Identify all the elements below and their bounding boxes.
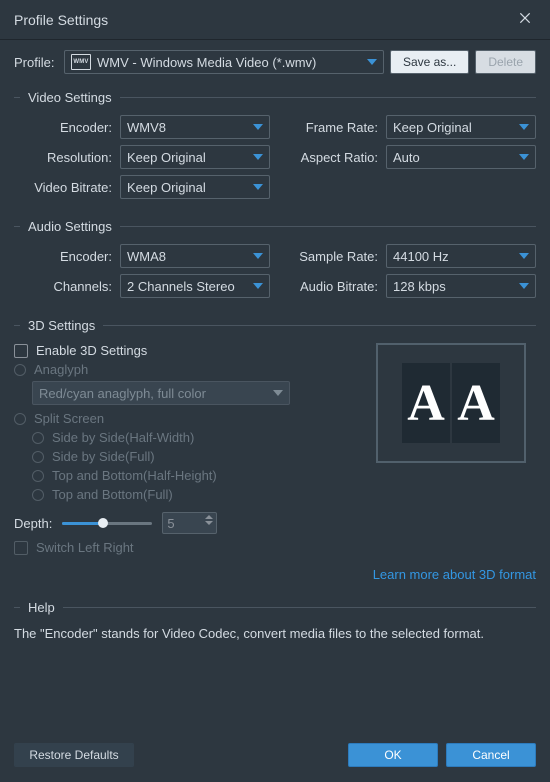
preview-letter-right: A [457,374,495,433]
audio-encoder-select[interactable]: WMA8 [120,244,270,268]
tb-full-radio: Top and Bottom(Full) [32,487,536,502]
frame-rate-select[interactable]: Keep Original [386,115,536,139]
chevron-down-icon [253,154,263,160]
help-header: Help [28,600,55,615]
chevron-down-icon [253,253,263,259]
cancel-button[interactable]: Cancel [446,743,536,767]
frame-rate-label: Frame Rate: [286,120,386,135]
aspect-ratio-label: Aspect Ratio: [286,150,386,165]
channels-label: Channels: [14,279,120,294]
3d-preview: A A [376,343,526,463]
anaglyph-select: Red/cyan anaglyph, full color [32,381,290,405]
video-encoder-label: Encoder: [14,120,120,135]
chevron-down-icon [519,283,529,289]
depth-slider[interactable] [62,516,152,530]
video-encoder-select[interactable]: WMV8 [120,115,270,139]
ok-button[interactable]: OK [348,743,438,767]
preview-letter-left: A [407,374,445,433]
profile-label: Profile: [14,55,58,70]
help-text: The "Encoder" stands for Video Codec, co… [14,625,536,643]
chevron-down-icon [519,154,529,160]
audio-settings-header: Audio Settings [28,219,112,234]
chevron-down-icon [273,390,283,396]
chevron-down-icon [253,184,263,190]
video-bitrate-label: Video Bitrate: [14,180,120,195]
chevron-down-icon [519,253,529,259]
audio-encoder-label: Encoder: [14,249,120,264]
anaglyph-label: Anaglyph [34,362,88,377]
sample-rate-label: Sample Rate: [286,249,386,264]
profile-select[interactable]: WMV WMV - Windows Media Video (*.wmv) [64,50,384,74]
3d-settings-header: 3D Settings [28,318,95,333]
channels-select[interactable]: 2 Channels Stereo [120,274,270,298]
learn-more-link[interactable]: Learn more about 3D format [373,567,536,582]
resolution-label: Resolution: [14,150,120,165]
audio-bitrate-label: Audio Bitrate: [286,279,386,294]
save-as-button[interactable]: Save as... [390,50,469,74]
wmv-format-icon: WMV [71,54,91,70]
audio-bitrate-select[interactable]: 128 kbps [386,274,536,298]
chevron-down-icon [253,283,263,289]
enable-3d-label: Enable 3D Settings [36,343,147,358]
delete-button: Delete [475,50,536,74]
chevron-down-icon [519,124,529,130]
switch-lr-label: Switch Left Right [36,540,134,555]
restore-defaults-button[interactable]: Restore Defaults [14,743,134,767]
switch-lr-checkbox: Switch Left Right [14,540,536,555]
video-settings-header: Video Settings [28,90,112,105]
chevron-down-icon [253,124,263,130]
close-icon[interactable] [518,11,536,29]
video-bitrate-select[interactable]: Keep Original [120,175,270,199]
sample-rate-select[interactable]: 44100 Hz [386,244,536,268]
window-title: Profile Settings [14,12,108,28]
tb-half-radio: Top and Bottom(Half-Height) [32,468,536,483]
aspect-ratio-select[interactable]: Auto [386,145,536,169]
depth-stepper[interactable]: 5 [162,512,217,534]
depth-value: 5 [167,516,174,531]
depth-label: Depth: [14,516,52,531]
profile-value: WMV - Windows Media Video (*.wmv) [97,55,361,70]
split-screen-label: Split Screen [34,411,104,426]
resolution-select[interactable]: Keep Original [120,145,270,169]
chevron-down-icon [367,59,377,65]
